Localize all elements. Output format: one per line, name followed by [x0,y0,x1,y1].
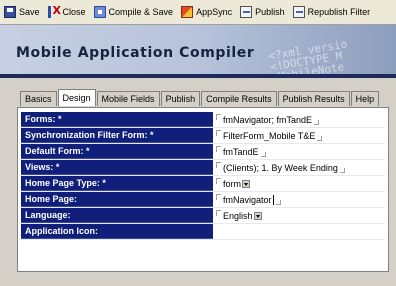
forms-field[interactable]: fmNavigator; fmTandE [213,112,385,127]
design-panel: Forms: * fmNavigator; fmTandE Synchroniz… [17,107,389,272]
publish-button[interactable]: Publish [240,3,285,21]
header-banner: <?xml versio <!DOCTYPE M <MobileNote <Mo… [0,25,396,78]
save-label: Save [19,7,40,17]
default-form-field[interactable]: fmTandE [213,144,385,159]
language-label: Language: [21,208,213,223]
compile-icon [93,6,106,18]
republish-filter-button[interactable]: Republish Filter [292,3,371,21]
form-row-forms: Forms: * fmNavigator; fmTandE [21,112,385,128]
save-icon [4,6,16,18]
forms-label: Forms: * [21,112,213,127]
form-row-sync-filter: Synchronization Filter Form: * FilterFor… [21,128,385,144]
home-page-type-label: Home Page Type: * [21,176,213,191]
form-row-app-icon: Application Icon: [21,224,385,240]
home-page-label: Home Page: [21,192,213,207]
language-select[interactable]: English [213,208,385,223]
tab-compile-results[interactable]: Compile Results [201,91,277,106]
views-field[interactable]: (Clients); 1. By Week Ending [213,160,385,175]
form-row-default-form: Default Form: * fmTandE [21,144,385,160]
form-row-language: Language: English [21,208,385,224]
toolbar: Save Close Compile & Save AppSync Publis… [0,0,396,25]
language-value: English [223,210,253,221]
app-icon-field[interactable] [213,224,385,239]
xml-watermark: <?xml versio <!DOCTYPE M <MobileNote <Mo… [267,37,349,78]
close-label: Close [62,7,86,17]
text-cursor [272,194,274,205]
tab-help[interactable]: Help [350,91,380,106]
home-page-field[interactable]: fmNavigator [213,192,385,207]
save-button[interactable]: Save [4,3,40,21]
appsync-label: AppSync [196,7,233,17]
sync-filter-field[interactable]: FilterForm_Mobile T&E [213,128,385,143]
views-value: (Clients); 1. By Week Ending [223,162,338,173]
appsync-icon [181,6,194,18]
close-button[interactable]: Close [47,3,86,21]
chevron-down-icon[interactable] [242,179,250,188]
views-label: Views: * [21,160,213,175]
app-icon-label: Application Icon: [21,224,213,239]
compile-save-button[interactable]: Compile & Save [93,3,174,21]
sync-filter-label: Synchronization Filter Form: * [21,128,213,143]
form-row-home-page: Home Page: fmNavigator [21,192,385,208]
home-page-type-select[interactable]: form [213,176,385,191]
publish-icon [240,6,253,18]
sync-filter-value: FilterForm_Mobile T&E [223,130,316,141]
form-row-home-page-type: Home Page Type: * form [21,176,385,192]
default-form-value: fmTandE [223,146,259,157]
republish-filter-label: Republish Filter [307,7,371,17]
republish-icon [292,6,305,18]
close-icon [47,4,61,18]
forms-value: fmNavigator; fmTandE [223,114,313,125]
tab-mobile-fields[interactable]: Mobile Fields [96,91,160,106]
appsync-button[interactable]: AppSync [181,3,232,21]
design-form: Forms: * fmNavigator; fmTandE Synchroniz… [21,112,385,240]
tab-bar: Basics Design Mobile Fields Publish Comp… [20,89,380,107]
tab-publish[interactable]: Publish [160,91,201,106]
chevron-down-icon[interactable] [253,211,262,220]
compile-save-label: Compile & Save [108,7,174,17]
publish-label: Publish [255,7,285,17]
default-form-label: Default Form: * [21,144,213,159]
home-page-value: fmNavigator [223,194,272,205]
form-row-views: Views: * (Clients); 1. By Week Ending [21,160,385,176]
tab-publish-results[interactable]: Publish Results [277,91,350,106]
tab-design[interactable]: Design [57,89,96,106]
home-page-type-value: form [223,178,241,189]
page-title: Mobile Application Compiler [16,45,255,61]
tab-basics[interactable]: Basics [20,91,57,106]
